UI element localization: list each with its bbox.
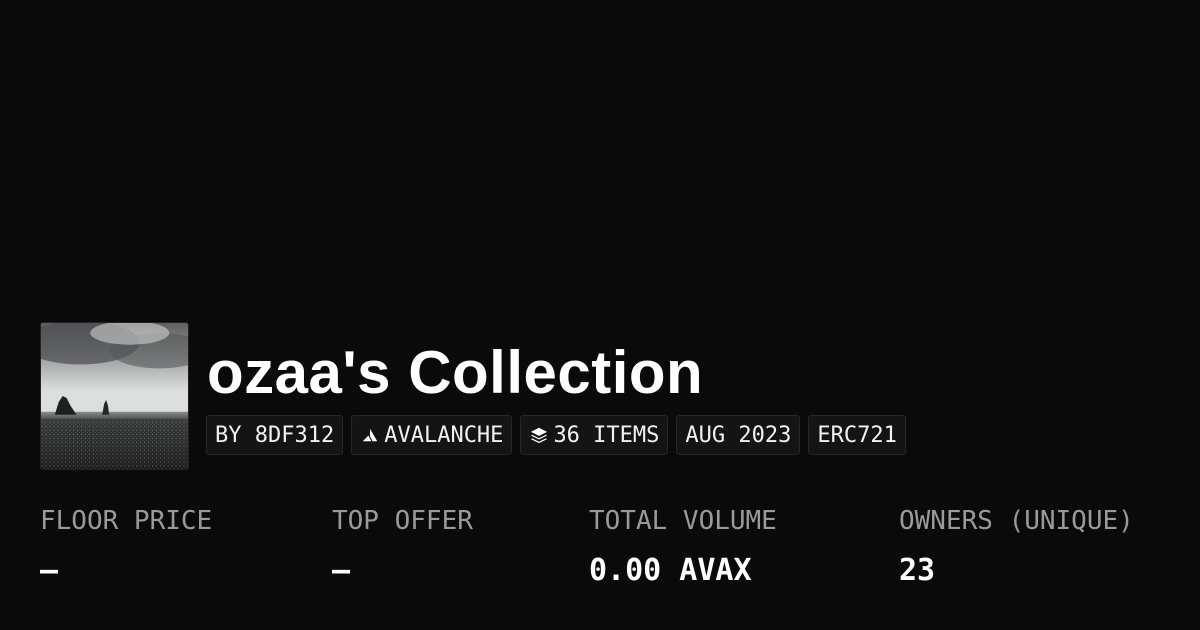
- chain-chip[interactable]: AVALANCHE: [351, 415, 513, 455]
- standard-chip-label: ERC721: [817, 422, 897, 448]
- items-chip-label: 36 ITEMS: [553, 422, 660, 448]
- top-offer-stat: TOP OFFER –: [332, 503, 473, 591]
- items-chip[interactable]: 36 ITEMS: [520, 415, 669, 455]
- floor-price-value: –: [40, 553, 59, 588]
- layers-icon: [529, 425, 549, 445]
- standard-chip: ERC721: [808, 415, 906, 455]
- thumbnail-image: [41, 323, 188, 469]
- owners-stat: OWNERS (UNIQUE) 23: [899, 503, 1134, 591]
- floor-price-stat: FLOOR PRICE –: [40, 503, 212, 591]
- floor-price-label: FLOOR PRICE: [40, 506, 213, 536]
- date-chip-label: AUG 2023: [685, 422, 792, 448]
- creator-chip[interactable]: BY 8DF312: [206, 415, 344, 455]
- total-volume-value: 0.00 AVAX: [589, 553, 752, 588]
- chain-chip-label: AVALANCHE: [384, 422, 504, 448]
- collection-stats: FLOOR PRICE – TOP OFFER – TOTAL VOLUME 0…: [40, 503, 1190, 603]
- top-offer-label: TOP OFFER: [332, 506, 473, 536]
- avalanche-logo-icon: [360, 425, 380, 445]
- total-volume-stat: TOTAL VOLUME 0.00 AVAX: [589, 503, 777, 591]
- owners-value: 23: [899, 553, 936, 588]
- collection-thumbnail: [40, 322, 189, 470]
- date-chip: AUG 2023: [676, 415, 801, 455]
- owners-label: OWNERS (UNIQUE): [899, 506, 1134, 536]
- collection-meta-chips: BY 8DF312 AVALANCHE 36 ITEMS AUG 2023 ER…: [206, 415, 906, 455]
- collection-title: ozaa's Collection: [207, 339, 704, 406]
- total-volume-label: TOTAL VOLUME: [589, 506, 777, 536]
- creator-chip-label: BY 8DF312: [215, 422, 335, 448]
- top-offer-value: –: [332, 553, 351, 588]
